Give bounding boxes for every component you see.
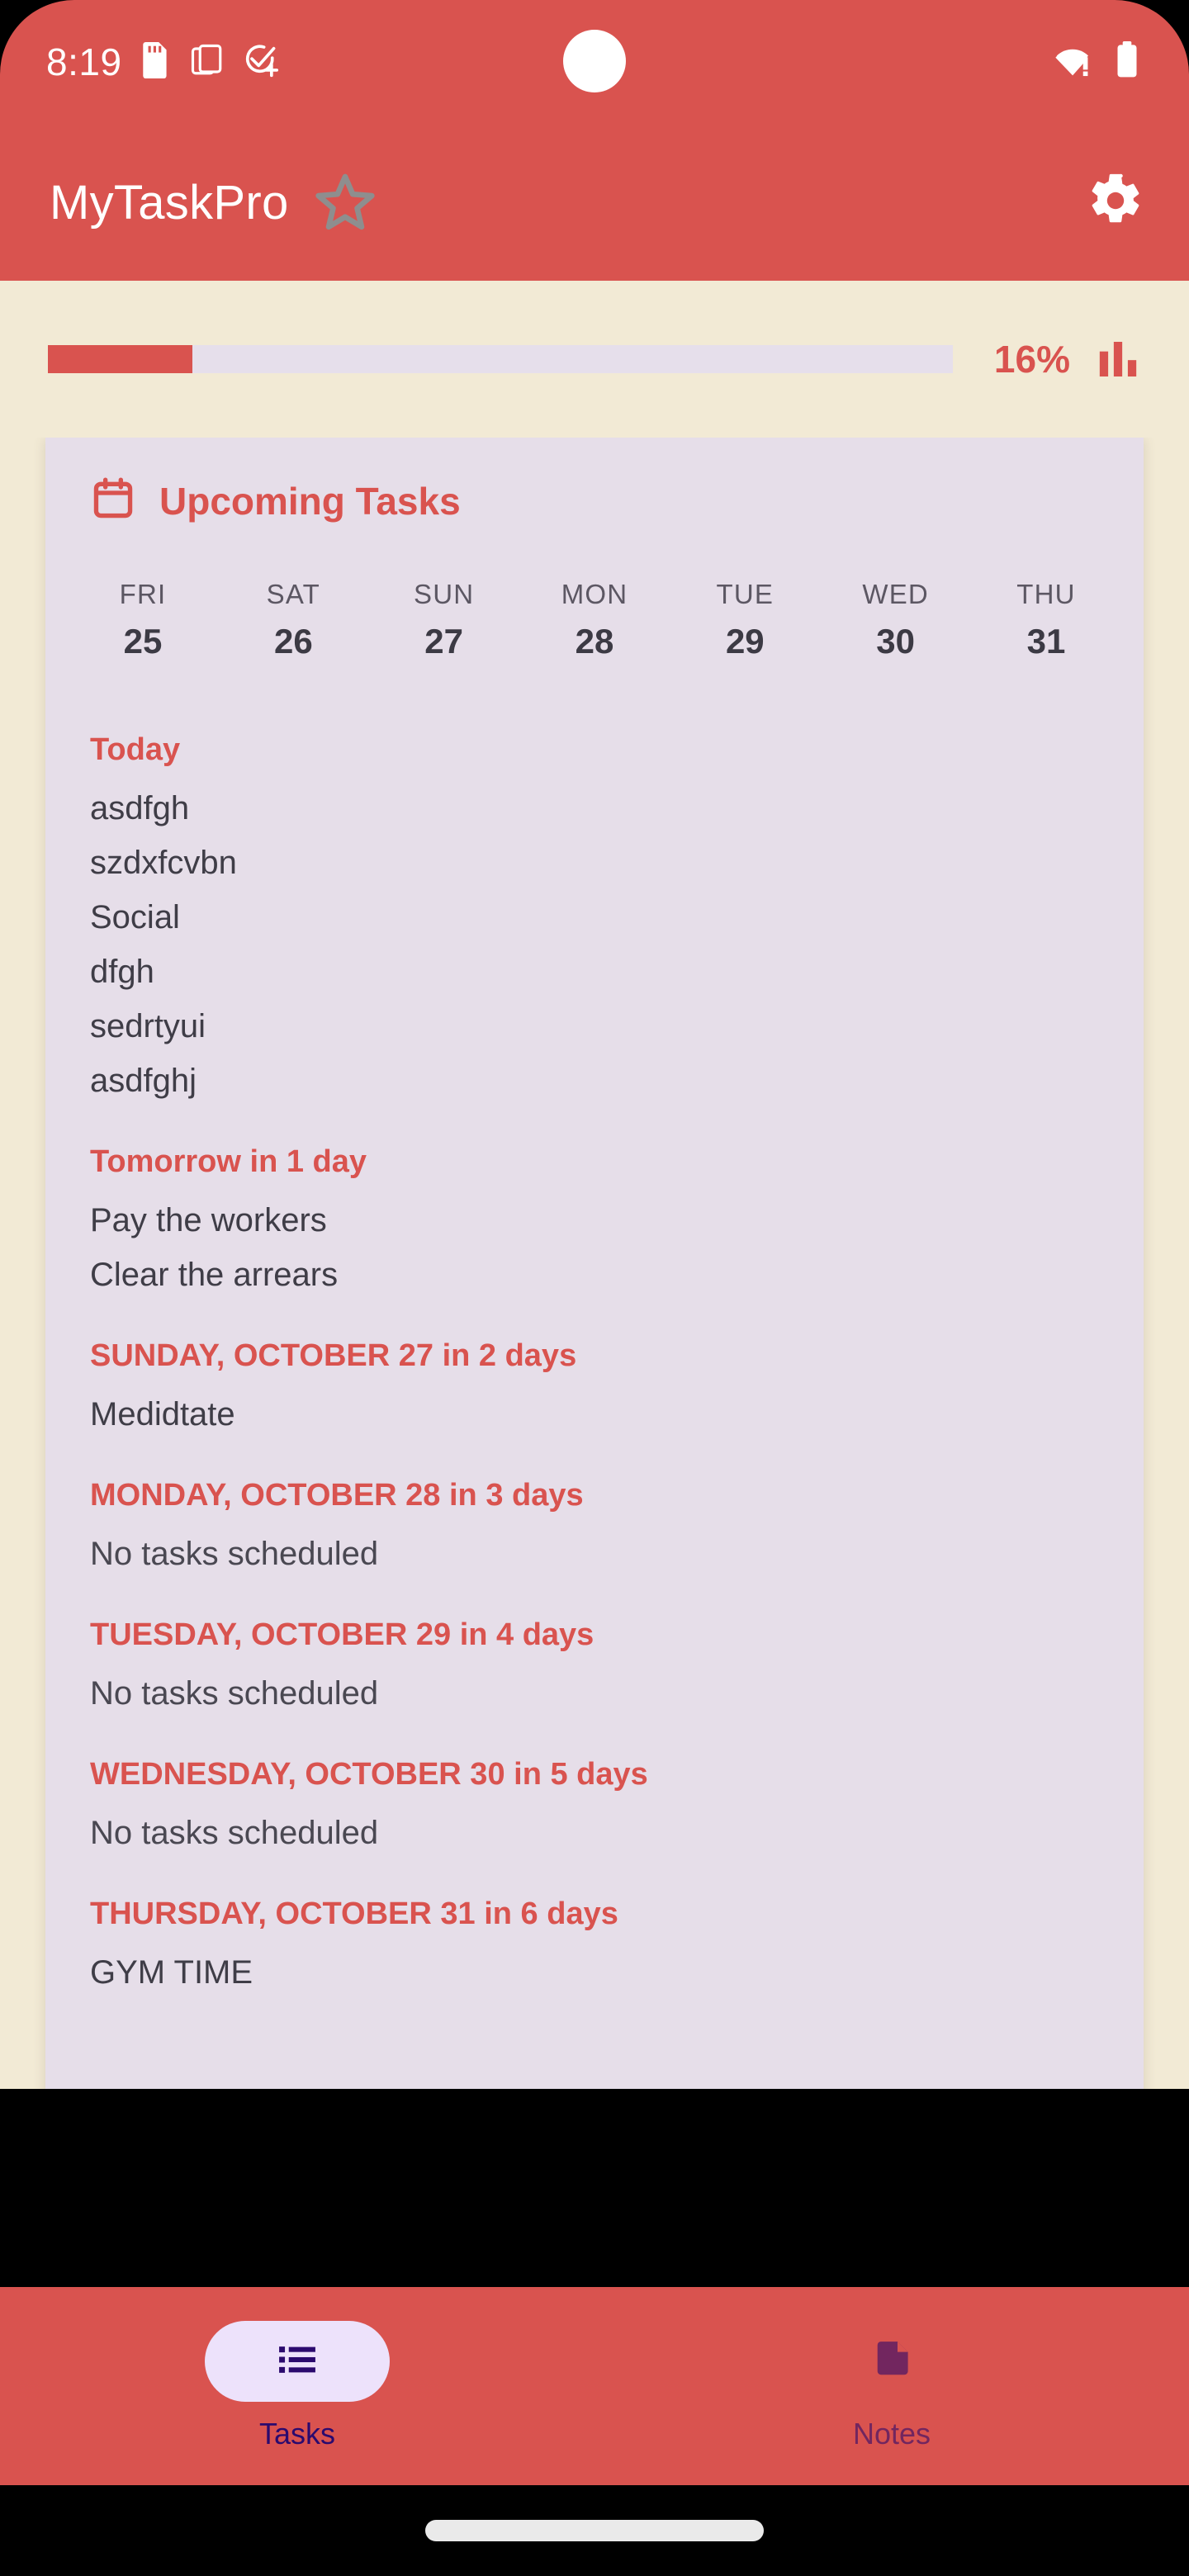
task-item[interactable]: szdxfcvbn xyxy=(90,836,1099,890)
battery-full-icon xyxy=(1115,40,1139,83)
day-number: 31 xyxy=(1026,622,1066,661)
empty-state-text: No tasks scheduled xyxy=(90,1815,379,1851)
day-name: SUN xyxy=(414,579,475,609)
section-heading: MONDAY, OCTOBER 28 in 3 days xyxy=(90,1478,584,1513)
bar-chart-icon[interactable] xyxy=(1095,336,1141,382)
task-section: MONDAY, OCTOBER 28 in 3 days No tasks sc… xyxy=(90,1478,1099,1581)
task-section: Today asdfgh szdxfcvbn Social dfgh sedrt… xyxy=(90,732,1099,1108)
day-number: 27 xyxy=(424,622,464,661)
day-column[interactable]: WED 30 xyxy=(846,579,945,661)
task-item[interactable]: GYM TIME xyxy=(90,1945,1099,2000)
task-item[interactable]: Medidtate xyxy=(90,1387,1099,1442)
phone-screen: 8:19 MyTaskPro 16% Upcoming Tasks FRI 25… xyxy=(0,0,1189,2576)
day-column[interactable]: FRI 25 xyxy=(93,579,192,661)
status-clock: 8:19 xyxy=(46,40,122,83)
task-item[interactable]: dfgh xyxy=(90,945,1099,999)
nav-active-indicator xyxy=(205,2321,390,2402)
task-item[interactable]: Social xyxy=(90,890,1099,945)
calendar-icon xyxy=(90,476,136,526)
bottom-navigation-bar: Tasks Notes xyxy=(0,2287,1189,2485)
nav-inactive-indicator xyxy=(799,2321,984,2402)
day-name: TUE xyxy=(716,579,775,609)
list-icon xyxy=(274,2337,320,2387)
app-bar: MyTaskPro xyxy=(0,124,1189,281)
day-name: SAT xyxy=(266,579,320,609)
camera-punch-hole xyxy=(563,30,626,92)
task-item[interactable]: asdfgh xyxy=(90,781,1099,836)
card-header: Upcoming Tasks xyxy=(90,476,1099,526)
system-gesture-bar xyxy=(0,2485,1189,2576)
sd-card-icon xyxy=(140,41,172,83)
day-number: 29 xyxy=(725,622,765,661)
empty-state-text: No tasks scheduled xyxy=(90,1536,379,1572)
task-item[interactable]: Pay the workers xyxy=(90,1193,1099,1248)
nav-label-tasks: Tasks xyxy=(258,2417,336,2451)
section-heading: TUESDAY, OCTOBER 29 in 4 days xyxy=(90,1617,594,1652)
day-column[interactable]: SAT 26 xyxy=(244,579,343,661)
gear-icon[interactable] xyxy=(1087,172,1144,234)
progress-region: 16% xyxy=(0,281,1189,438)
status-bar-right xyxy=(1054,0,1139,124)
day-number: 28 xyxy=(575,622,614,661)
day-number: 30 xyxy=(876,622,915,661)
task-section: SUNDAY, OCTOBER 27 in 2 days Medidtate xyxy=(90,1338,1099,1442)
day-column[interactable]: TUE 29 xyxy=(695,579,794,661)
progress-percent-label: 16% xyxy=(993,338,1070,381)
upcoming-tasks-card: Upcoming Tasks FRI 25 SAT 26 SUN 27 MON … xyxy=(45,438,1144,2089)
app-title: MyTaskPro xyxy=(50,175,289,230)
star-outline-icon[interactable] xyxy=(314,171,377,234)
task-section: Tomorrow in 1 day Pay the workers Clear … xyxy=(90,1144,1099,1302)
status-bar: 8:19 xyxy=(0,0,1189,124)
day-column[interactable]: MON 28 xyxy=(545,579,644,661)
empty-state-text: No tasks scheduled xyxy=(90,1675,379,1712)
day-number: 25 xyxy=(123,622,163,661)
nav-item-tasks[interactable]: Tasks xyxy=(0,2321,594,2451)
task-section: THURSDAY, OCTOBER 31 in 6 days GYM TIME xyxy=(90,1896,1099,2000)
task-add-check-icon xyxy=(243,42,279,83)
day-column[interactable]: SUN 27 xyxy=(395,579,494,661)
progress-bar-fill xyxy=(48,345,193,373)
section-heading: SUNDAY, OCTOBER 27 in 2 days xyxy=(90,1338,577,1373)
task-item[interactable]: Clear the arrears xyxy=(90,1248,1099,1302)
task-section: TUESDAY, OCTOBER 29 in 4 days No tasks s… xyxy=(90,1617,1099,1721)
day-name: THU xyxy=(1016,579,1076,609)
task-item[interactable]: asdfghj xyxy=(90,1054,1099,1108)
day-number: 26 xyxy=(273,622,313,661)
content-area: Upcoming Tasks FRI 25 SAT 26 SUN 27 MON … xyxy=(0,438,1189,2089)
home-indicator[interactable] xyxy=(425,2520,764,2541)
section-heading: WEDNESDAY, OCTOBER 30 in 5 days xyxy=(90,1757,648,1792)
section-heading: Tomorrow in 1 day xyxy=(90,1144,367,1179)
nav-item-notes[interactable]: Notes xyxy=(594,2321,1189,2451)
section-heading: Today xyxy=(90,732,181,767)
day-column[interactable]: THU 31 xyxy=(997,579,1096,661)
section-heading: THURSDAY, OCTOBER 31 in 6 days xyxy=(90,1896,618,1931)
note-page-icon xyxy=(869,2337,915,2387)
wifi-no-internet-icon xyxy=(1054,42,1093,83)
day-name: MON xyxy=(561,579,628,609)
progress-bar[interactable] xyxy=(48,345,953,373)
task-section: WEDNESDAY, OCTOBER 30 in 5 days No tasks… xyxy=(90,1757,1099,1860)
day-name: FRI xyxy=(119,579,167,609)
task-item[interactable]: sedrtyui xyxy=(90,999,1099,1054)
status-bar-left: 8:19 xyxy=(46,40,279,84)
nav-label-notes: Notes xyxy=(852,2417,931,2451)
day-strip: FRI 25 SAT 26 SUN 27 MON 28 TUE 29 WED 3… xyxy=(90,571,1099,661)
day-name: WED xyxy=(862,579,929,609)
card-title: Upcoming Tasks xyxy=(159,479,461,523)
multi-window-icon xyxy=(190,43,225,82)
